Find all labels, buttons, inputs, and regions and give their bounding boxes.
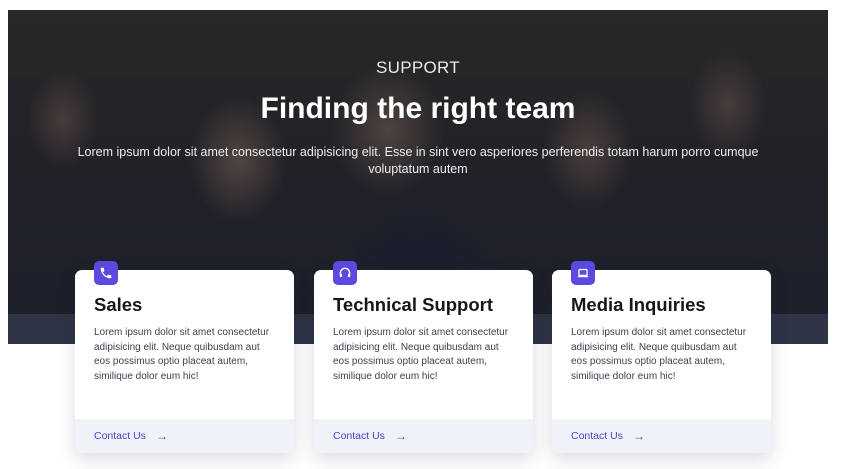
card-text: Lorem ipsum dolor sit amet consectetur a… xyxy=(94,327,270,382)
hero-eyebrow: SUPPORT xyxy=(376,58,460,77)
contact-us-label: Contact Us xyxy=(333,430,385,442)
laptop-icon xyxy=(571,261,595,285)
arrow-right-icon: → xyxy=(155,429,168,443)
contact-us-link-technical-support[interactable]: Contact Us → xyxy=(333,429,407,443)
card-sales: Sales Lorem ipsum dolor sit amet consect… xyxy=(75,261,294,453)
card-footer: Contact Us → xyxy=(552,419,771,453)
hero-lead: Lorem ipsum dolor sit amet consectetur a… xyxy=(77,145,759,176)
contact-us-label: Contact Us xyxy=(571,430,623,442)
card-footer: Contact Us → xyxy=(314,419,533,453)
headset-icon xyxy=(333,261,357,285)
contact-us-link-sales[interactable]: Contact Us → xyxy=(94,429,168,443)
card-text: Lorem ipsum dolor sit amet consectetur a… xyxy=(571,327,747,382)
card-title: Sales xyxy=(94,294,143,315)
phone-icon xyxy=(94,261,118,285)
card-text: Lorem ipsum dolor sit amet consectetur a… xyxy=(333,327,509,382)
card-title: Technical Support xyxy=(333,294,494,315)
card-technical-support: Technical Support Lorem ipsum dolor sit … xyxy=(314,261,533,453)
arrow-right-icon: → xyxy=(632,429,645,443)
arrow-right-icon: → xyxy=(394,429,407,443)
contact-us-label: Contact Us xyxy=(94,430,146,442)
contact-us-link-media-inquiries[interactable]: Contact Us → xyxy=(571,429,645,443)
card-media-inquiries: Media Inquiries Lorem ipsum dolor sit am… xyxy=(552,261,771,453)
hero-content: SUPPORT Finding the right team Lorem ips… xyxy=(8,10,828,178)
page-title: Finding the right team xyxy=(260,92,576,125)
card-footer: Contact Us → xyxy=(75,419,294,453)
card-title: Media Inquiries xyxy=(571,294,706,315)
